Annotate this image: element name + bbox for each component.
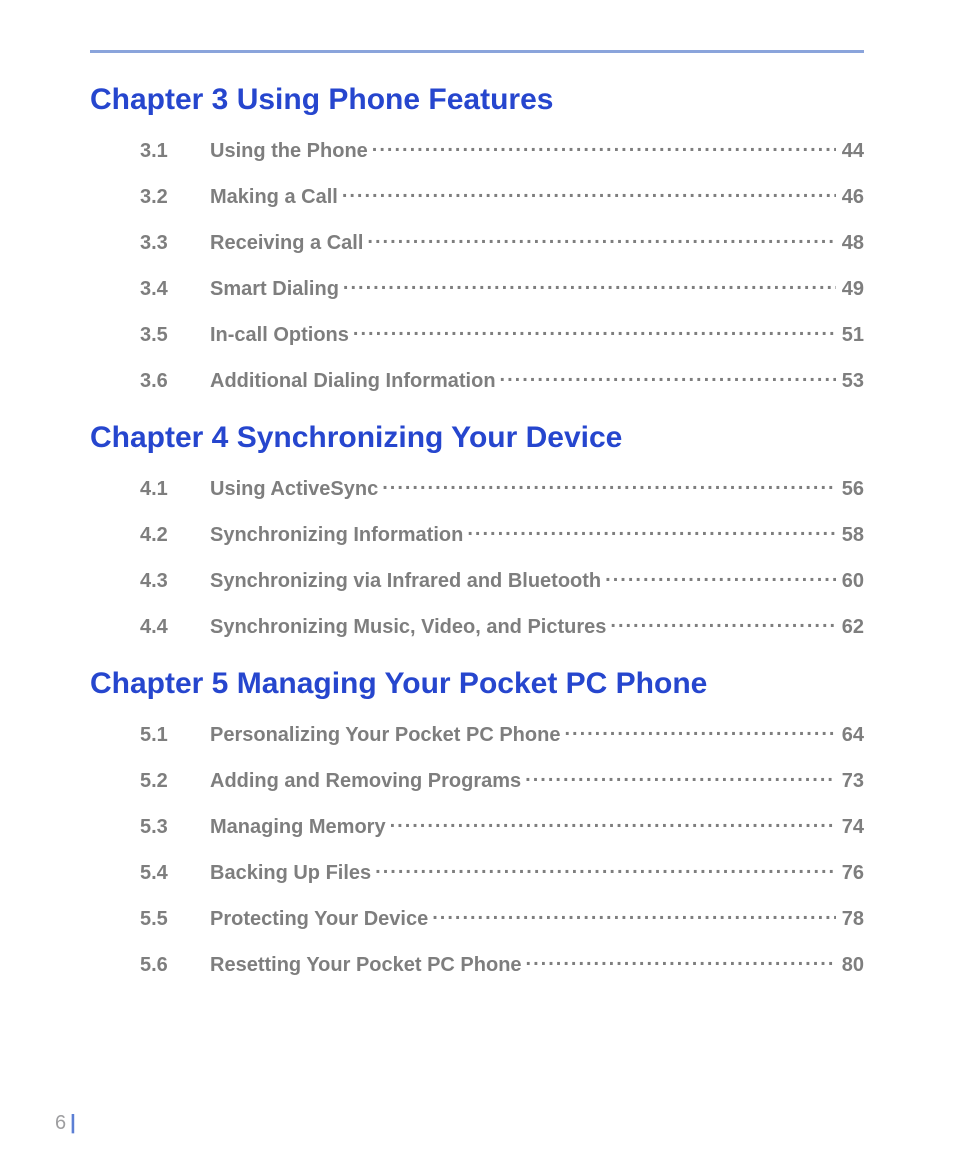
toc-entry-number: 5.3 (90, 816, 210, 839)
toc-leader-dots (372, 137, 836, 157)
toc-entry-number: 5.4 (90, 862, 210, 885)
toc-leader-dots (525, 767, 836, 787)
toc-entry-number: 4.4 (90, 616, 210, 639)
toc-entry-page: 58 (836, 524, 864, 547)
toc-entry-page: 80 (836, 954, 864, 977)
toc-entry-page: 56 (836, 478, 864, 501)
toc-entry-page: 78 (836, 908, 864, 931)
toc-leader-dots (432, 905, 836, 925)
toc-entry-number: 3.4 (90, 278, 210, 301)
toc-entry-label: Using the Phone (210, 140, 372, 163)
chapter-title: Chapter 5 Managing Your Pocket PC Phone (90, 667, 864, 701)
toc-leader-dots (342, 183, 836, 203)
toc-leader-dots (467, 521, 835, 541)
toc-leader-dots (382, 475, 836, 495)
toc-entry-page: 44 (836, 140, 864, 163)
toc-entry[interactable]: 5.2 Adding and Removing Programs 73 (90, 767, 864, 793)
toc-entry[interactable]: 5.4 Backing Up Files 76 (90, 859, 864, 885)
toc-entry-page: 73 (836, 770, 864, 793)
toc-entry-number: 5.2 (90, 770, 210, 793)
toc-entry-number: 4.3 (90, 570, 210, 593)
toc-entry-number: 3.5 (90, 324, 210, 347)
toc-leader-dots (390, 813, 836, 833)
toc-entry[interactable]: 5.3 Managing Memory 74 (90, 813, 864, 839)
toc-entry-label: In-call Options (210, 324, 353, 347)
toc-entry-number: 4.1 (90, 478, 210, 501)
toc-entry-page: 76 (836, 862, 864, 885)
toc-entry-label: Adding and Removing Programs (210, 770, 525, 793)
toc-entry-number: 4.2 (90, 524, 210, 547)
toc-leader-dots (375, 859, 836, 879)
toc-leader-dots (610, 613, 835, 633)
toc-entry[interactable]: 3.4 Smart Dialing 49 (90, 275, 864, 301)
toc-entry[interactable]: 3.1 Using the Phone 44 (90, 137, 864, 163)
toc-entry[interactable]: 4.3 Synchronizing via Infrared and Bluet… (90, 567, 864, 593)
chapter-title: Chapter 3 Using Phone Features (90, 83, 864, 117)
toc-entry-label: Receiving a Call (210, 232, 367, 255)
toc-entry-label: Making a Call (210, 186, 342, 209)
toc-entry[interactable]: 3.2 Making a Call 46 (90, 183, 864, 209)
toc-entry-page: 60 (836, 570, 864, 593)
toc-entry-label: Personalizing Your Pocket PC Phone (210, 724, 564, 747)
toc-entry-label: Smart Dialing (210, 278, 343, 301)
toc-entry-label: Managing Memory (210, 816, 390, 839)
toc-entry-page: 49 (836, 278, 864, 301)
toc-entry-number: 3.6 (90, 370, 210, 393)
toc-entry-label: Protecting Your Device (210, 908, 432, 931)
toc-entry-label: Synchronizing Music, Video, and Pictures (210, 616, 610, 639)
toc-entry-page: 62 (836, 616, 864, 639)
toc-entry-label: Synchronizing Information (210, 524, 467, 547)
toc-leader-dots (367, 229, 835, 249)
toc-leader-dots (343, 275, 836, 295)
toc-leader-dots (500, 367, 836, 387)
toc-entry-label: Synchronizing via Infrared and Bluetooth (210, 570, 605, 593)
top-rule (90, 50, 864, 53)
toc-leader-dots (605, 567, 836, 587)
toc-entry-number: 3.3 (90, 232, 210, 255)
toc-entry[interactable]: 3.5 In-call Options 51 (90, 321, 864, 347)
toc-entry-number: 5.1 (90, 724, 210, 747)
toc-entry-page: 64 (836, 724, 864, 747)
toc-entry[interactable]: 3.6 Additional Dialing Information 53 (90, 367, 864, 393)
toc-entry-number: 3.1 (90, 140, 210, 163)
page-number: 6| (55, 1112, 76, 1135)
toc-entry[interactable]: 5.5 Protecting Your Device 78 (90, 905, 864, 931)
toc-list: 5.1 Personalizing Your Pocket PC Phone 6… (90, 721, 864, 977)
page-number-value: 6 (55, 1112, 66, 1134)
toc-leader-dots (564, 721, 835, 741)
page-number-bar-icon: | (66, 1112, 76, 1134)
toc-entry-number: 5.6 (90, 954, 210, 977)
toc-entry-label: Resetting Your Pocket PC Phone (210, 954, 526, 977)
toc-entry-page: 46 (836, 186, 864, 209)
toc-entry-page: 74 (836, 816, 864, 839)
toc-entry[interactable]: 4.4 Synchronizing Music, Video, and Pict… (90, 613, 864, 639)
toc-entry-label: Using ActiveSync (210, 478, 382, 501)
chapter-title: Chapter 4 Synchronizing Your Device (90, 421, 864, 455)
toc-entry-number: 5.5 (90, 908, 210, 931)
toc-entry[interactable]: 5.1 Personalizing Your Pocket PC Phone 6… (90, 721, 864, 747)
toc-entry-page: 53 (836, 370, 864, 393)
toc-entry-label: Additional Dialing Information (210, 370, 500, 393)
toc-list: 4.1 Using ActiveSync 56 4.2 Synchronizin… (90, 475, 864, 639)
toc-entry-number: 3.2 (90, 186, 210, 209)
toc-entry[interactable]: 4.2 Synchronizing Information 58 (90, 521, 864, 547)
toc-leader-dots (526, 951, 836, 971)
toc-list: 3.1 Using the Phone 44 3.2 Making a Call… (90, 137, 864, 393)
toc-leader-dots (353, 321, 836, 341)
toc-entry[interactable]: 4.1 Using ActiveSync 56 (90, 475, 864, 501)
toc-entry-page: 48 (836, 232, 864, 255)
document-page: Chapter 3 Using Phone Features 3.1 Using… (0, 0, 954, 1173)
toc-entry[interactable]: 3.3 Receiving a Call 48 (90, 229, 864, 255)
toc-entry-label: Backing Up Files (210, 862, 375, 885)
toc-entry-page: 51 (836, 324, 864, 347)
toc-entry[interactable]: 5.6 Resetting Your Pocket PC Phone 80 (90, 951, 864, 977)
